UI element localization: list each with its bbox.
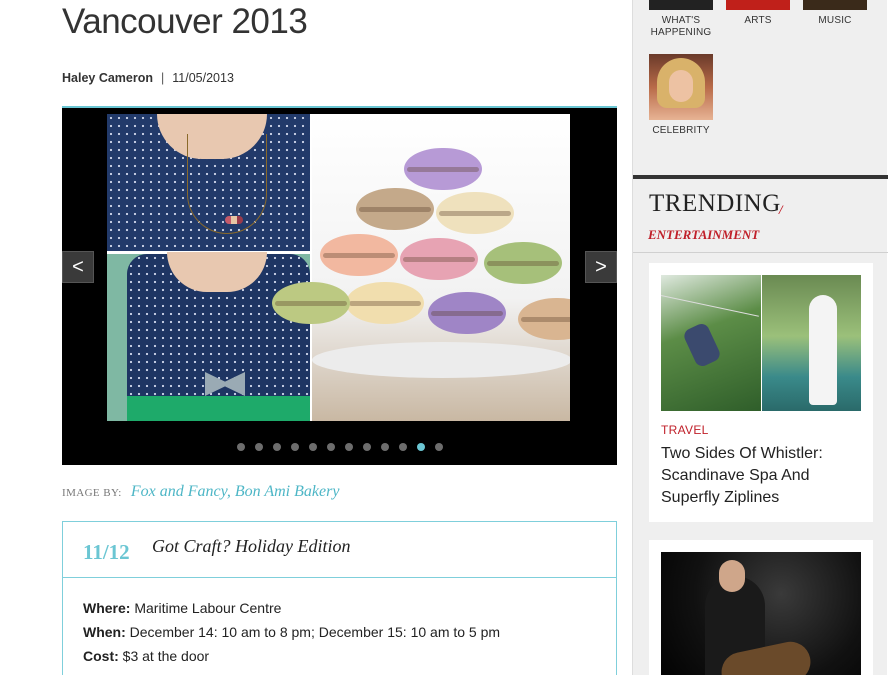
gallery-dot[interactable] xyxy=(236,443,245,451)
category-arts[interactable]: ARTS xyxy=(726,15,790,27)
event-date: 11/12 xyxy=(83,540,130,564)
gallery-next-button[interactable]: > xyxy=(585,251,617,283)
byline: Haley Cameron | 11/05/2013 xyxy=(62,71,234,85)
trending-card[interactable] xyxy=(649,540,873,675)
gallery-dot[interactable] xyxy=(398,443,407,451)
trending-rule xyxy=(633,252,888,253)
celebrity-thumbnail[interactable] xyxy=(649,54,713,120)
byline-separator: | xyxy=(161,71,165,85)
event-cost-label: Cost: xyxy=(83,648,119,664)
macarons-photo xyxy=(272,114,570,421)
trending-slash: / xyxy=(779,202,783,217)
gallery-pagination xyxy=(62,443,617,451)
necklace-photo xyxy=(107,114,310,421)
trending-title: TRENDING xyxy=(649,190,781,217)
gallery-dot[interactable] xyxy=(326,443,335,451)
image-credit: IMAGE BY: Fox and Fancy, Bon Ami Bakery xyxy=(62,483,339,501)
event-where-label: Where: xyxy=(83,600,131,616)
gallery-photo xyxy=(107,114,570,421)
author-name[interactable]: Haley Cameron xyxy=(62,71,153,85)
category-celebrity[interactable]: CELEBRITY xyxy=(649,125,713,137)
gallery-dot[interactable] xyxy=(308,443,317,451)
event-box: 11/12 Got Craft? Holiday Edition Where: … xyxy=(62,521,617,675)
event-when-value: December 14: 10 am to 8 pm; December 15:… xyxy=(129,624,501,640)
gallery-dot[interactable] xyxy=(272,443,281,451)
arts-thumbnail[interactable] xyxy=(726,0,790,10)
trending-card-headline[interactable]: Two Sides Of Whistler: Scandinave Spa An… xyxy=(661,443,866,509)
event-cost-value: $3 at the door xyxy=(122,648,210,664)
sidebar: WHAT'S HAPPENING ARTS MUSIC CELEBRITY TR… xyxy=(632,0,888,675)
image-credit-link[interactable]: Fox and Fancy, Bon Ami Bakery xyxy=(131,483,340,500)
image-credit-label: IMAGE BY: xyxy=(62,487,122,499)
event-cost: Cost: $3 at the door xyxy=(83,644,596,668)
gallery-dot-active[interactable] xyxy=(416,443,425,451)
gallery-dot[interactable] xyxy=(380,443,389,451)
category-label-line2: HAPPENING xyxy=(650,27,712,38)
image-gallery: < > xyxy=(62,106,617,465)
gallery-dot[interactable] xyxy=(290,443,299,451)
category-whats-happening[interactable]: WHAT'S HAPPENING xyxy=(649,15,713,39)
music-thumbnail[interactable] xyxy=(803,0,867,10)
trending-card-image[interactable] xyxy=(661,552,861,675)
gallery-dot[interactable] xyxy=(434,443,443,451)
event-when: When: December 14: 10 am to 8 pm; Decemb… xyxy=(83,620,596,644)
whats-happening-thumbnail[interactable] xyxy=(649,0,713,10)
event-name: Got Craft? Holiday Edition xyxy=(152,536,351,556)
trending-divider xyxy=(633,175,888,179)
gallery-dot[interactable] xyxy=(254,443,263,451)
trending-card-category[interactable]: TRAVEL xyxy=(661,423,709,437)
event-header: 11/12 Got Craft? Holiday Edition xyxy=(63,522,616,578)
gallery-dot[interactable] xyxy=(344,443,353,451)
category-music[interactable]: MUSIC xyxy=(803,15,867,27)
publish-date: 11/05/2013 xyxy=(172,71,234,85)
trending-card-image[interactable] xyxy=(661,275,861,411)
article-title: Vancouver 2013 xyxy=(62,2,308,41)
event-where: Where: Maritime Labour Centre xyxy=(83,596,596,620)
category-label-line1: WHAT'S xyxy=(661,15,701,26)
trending-card[interactable]: TRAVEL Two Sides Of Whistler: Scandinave… xyxy=(649,263,873,522)
event-where-value: Maritime Labour Centre xyxy=(134,600,282,616)
event-details: Where: Maritime Labour Centre When: Dece… xyxy=(63,578,616,675)
event-when-label: When: xyxy=(83,624,126,640)
gallery-prev-button[interactable]: < xyxy=(62,251,94,283)
gallery-dot[interactable] xyxy=(362,443,371,451)
trending-subtitle[interactable]: ENTERTAINMENT xyxy=(648,227,759,243)
